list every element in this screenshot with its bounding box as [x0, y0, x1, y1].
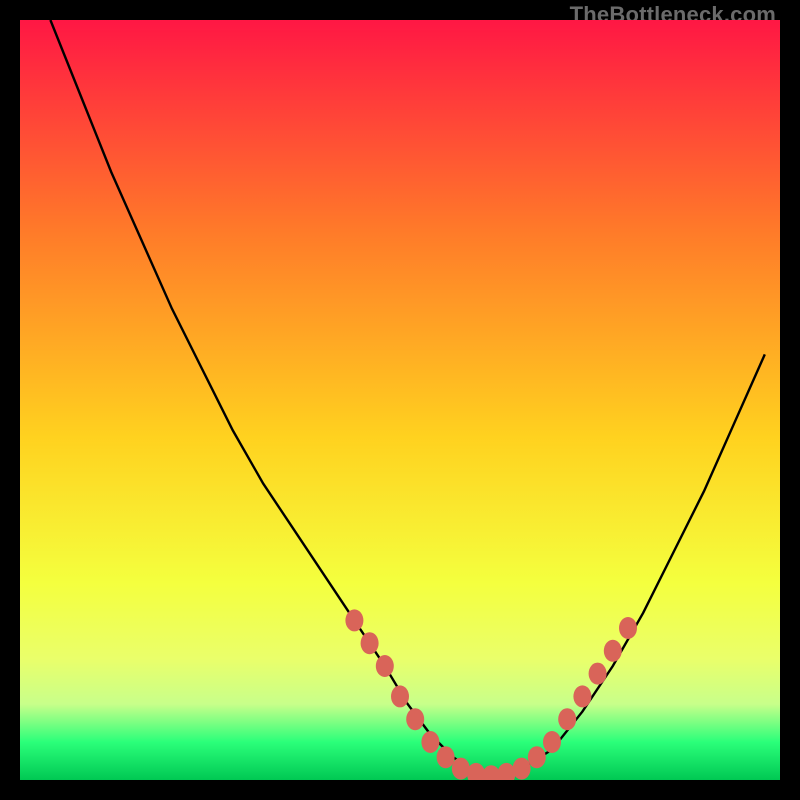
chart-frame	[20, 20, 780, 780]
curve-marker	[589, 663, 607, 685]
bottleneck-chart	[20, 20, 780, 780]
curve-marker	[452, 758, 470, 780]
curve-marker	[345, 609, 363, 631]
curve-marker	[604, 640, 622, 662]
curve-marker	[558, 708, 576, 730]
curve-marker	[391, 685, 409, 707]
curve-marker	[513, 758, 531, 780]
curve-marker	[406, 708, 424, 730]
curve-marker	[619, 617, 637, 639]
curve-marker	[376, 655, 394, 677]
gradient-background	[20, 20, 780, 780]
curve-marker	[361, 632, 379, 654]
curve-marker	[573, 685, 591, 707]
curve-marker	[543, 731, 561, 753]
curve-marker	[421, 731, 439, 753]
curve-marker	[437, 746, 455, 768]
curve-marker	[528, 746, 546, 768]
